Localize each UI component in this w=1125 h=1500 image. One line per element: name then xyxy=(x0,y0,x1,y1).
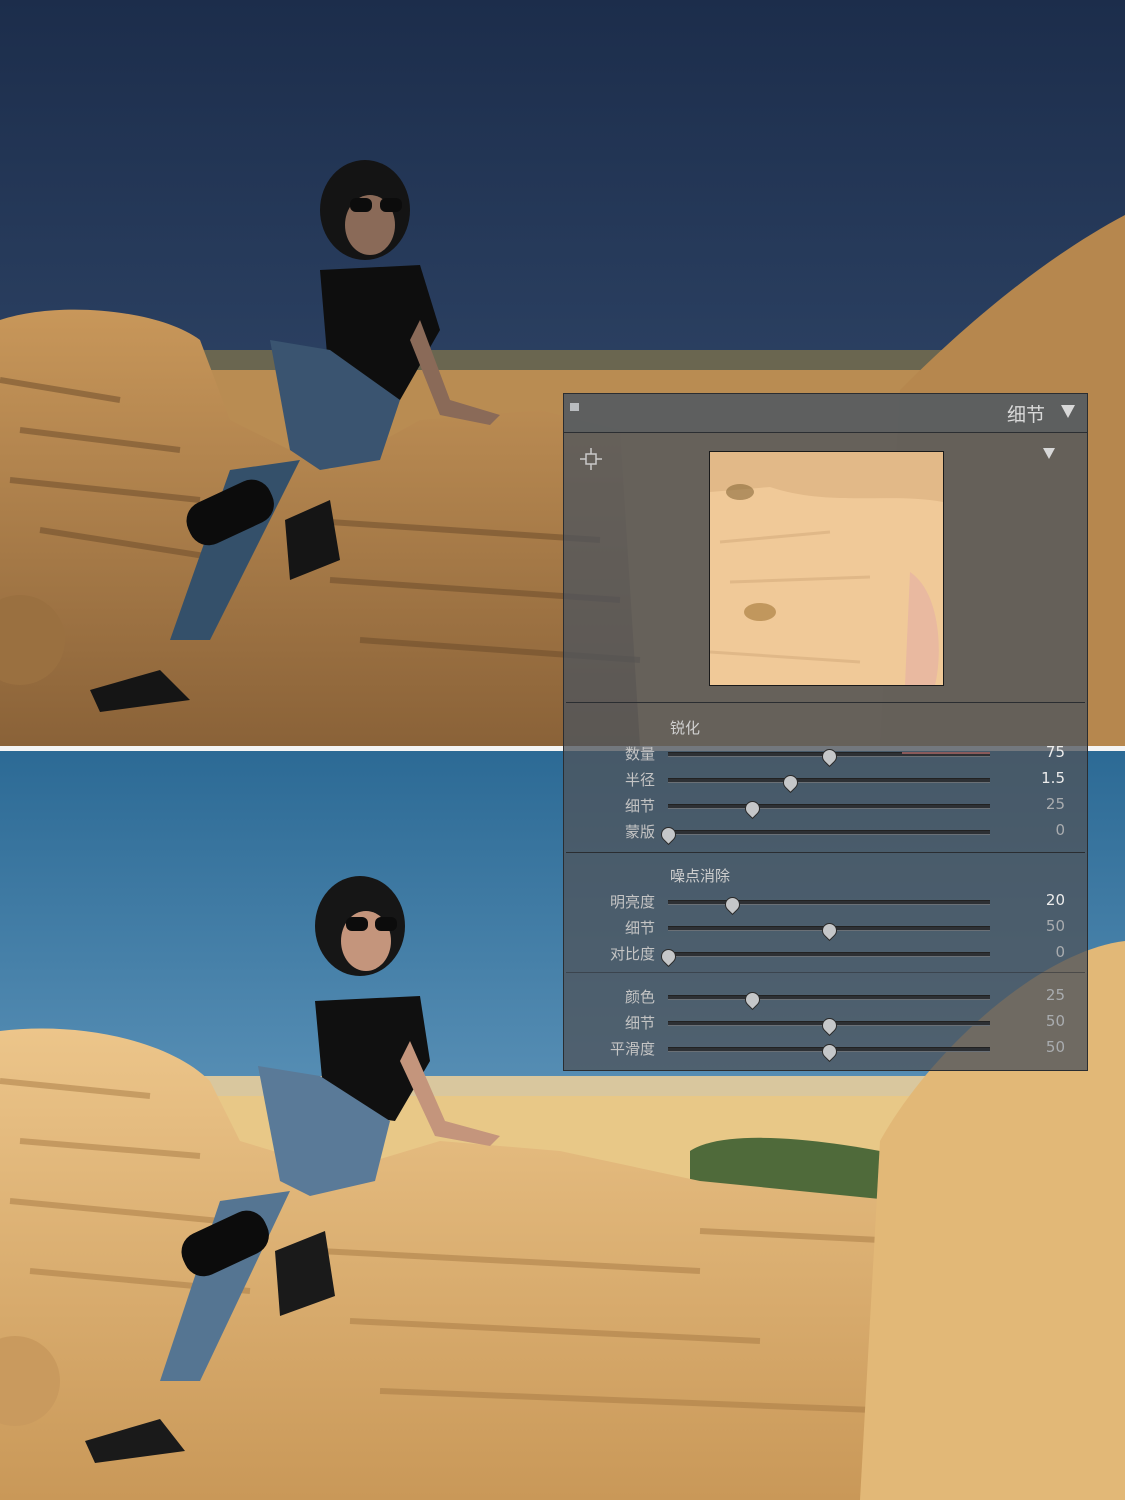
section-separator xyxy=(566,852,1085,853)
slider-value[interactable]: 50 xyxy=(1046,1038,1065,1056)
slider-value[interactable]: 20 xyxy=(1046,891,1065,909)
slider-row: 半径 1.5 xyxy=(564,768,1087,792)
collapse-square-icon[interactable] xyxy=(570,403,579,411)
slider-track[interactable] xyxy=(668,900,990,905)
slider-value[interactable]: 0 xyxy=(1055,943,1065,961)
slider-label: 平滑度 xyxy=(609,1040,655,1058)
slider-row: 细节 25 xyxy=(564,794,1087,818)
slider-label: 细节 xyxy=(624,1014,655,1032)
triangle-down-icon[interactable] xyxy=(1061,405,1075,418)
panel-header[interactable]: 细节 xyxy=(564,394,1087,433)
slider-value[interactable]: 25 xyxy=(1046,795,1065,813)
slider-track[interactable] xyxy=(668,1021,990,1026)
slider-row: 数量 75 xyxy=(564,742,1087,766)
slider-label: 半径 xyxy=(624,771,655,789)
slider-row: 细节 50 xyxy=(564,916,1087,940)
triangle-down-icon[interactable] xyxy=(1043,448,1055,459)
slider-row: 平滑度 50 xyxy=(564,1037,1087,1061)
noise-reduction-title: 噪点消除 xyxy=(670,867,731,885)
slider-label: 数量 xyxy=(624,745,655,763)
slider-label: 对比度 xyxy=(609,945,655,963)
slider-track[interactable] xyxy=(668,926,990,931)
panel-title: 细节 xyxy=(1006,404,1045,426)
detail-preview-area xyxy=(566,434,1085,703)
slider-row: 蒙版 0 xyxy=(564,820,1087,844)
slider-value[interactable]: 1.5 xyxy=(1041,769,1065,787)
slider-value[interactable]: 50 xyxy=(1046,1012,1065,1030)
sharpening-title: 锐化 xyxy=(670,719,701,737)
slider-track[interactable] xyxy=(668,952,990,957)
detail-panel: 细节 锐化 数量 75 半径 1.5 细节 25 蒙版 0 噪点消除 明亮度 20 细节 50 xyxy=(563,393,1088,1071)
slider-track[interactable] xyxy=(668,995,990,1000)
slider-label: 蒙版 xyxy=(624,823,655,841)
slider-value[interactable]: 0 xyxy=(1055,821,1065,839)
slider-label: 细节 xyxy=(624,797,655,815)
slider-track[interactable] xyxy=(668,804,990,809)
slider-label: 明亮度 xyxy=(609,893,655,911)
slider-label: 细节 xyxy=(624,919,655,937)
slider-row: 颜色 25 xyxy=(564,985,1087,1009)
slider-row: 明亮度 20 xyxy=(564,890,1087,914)
slider-track[interactable] xyxy=(668,778,990,783)
slider-row: 对比度 0 xyxy=(564,942,1087,966)
slider-track[interactable] xyxy=(668,1047,990,1052)
slider-label: 颜色 xyxy=(624,988,655,1006)
subsection-separator xyxy=(566,972,1085,973)
slider-value[interactable]: 75 xyxy=(1046,743,1065,761)
target-crosshair-icon[interactable] xyxy=(580,448,602,470)
slider-row: 细节 50 xyxy=(564,1011,1087,1035)
zoom-preview-rock xyxy=(710,452,943,685)
slider-track[interactable] xyxy=(668,830,990,835)
slider-value[interactable]: 25 xyxy=(1046,986,1065,1004)
slider-value[interactable]: 50 xyxy=(1046,917,1065,935)
zoom-preview-image[interactable] xyxy=(709,451,944,686)
slider-track[interactable] xyxy=(668,752,990,757)
